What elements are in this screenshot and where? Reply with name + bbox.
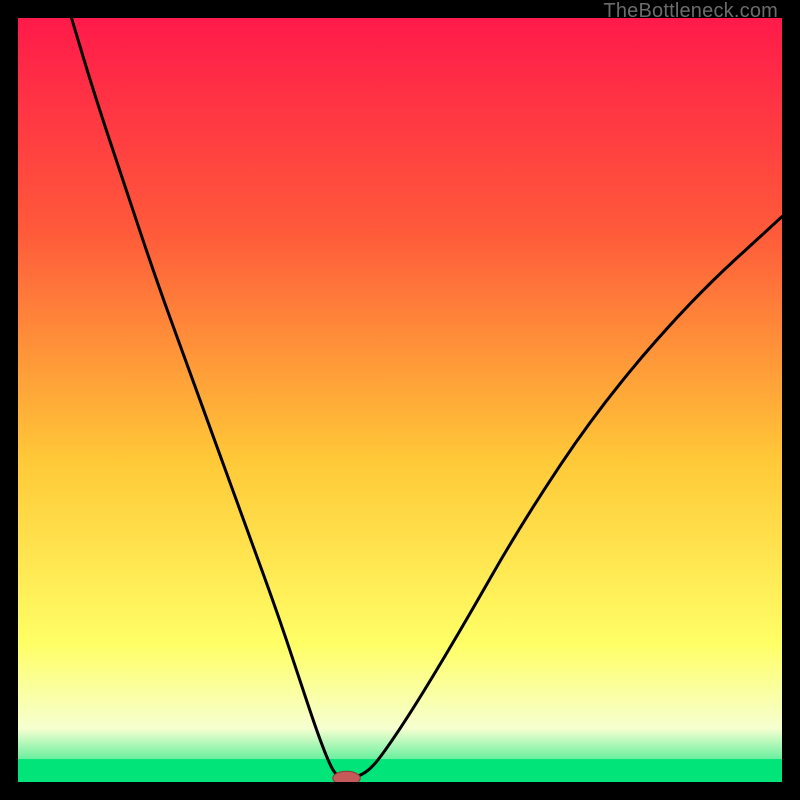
chart-frame: [18, 18, 782, 782]
gradient-background: [18, 18, 782, 782]
green-band: [18, 759, 782, 782]
optimum-marker: [333, 771, 361, 782]
bottleneck-chart: [18, 18, 782, 782]
watermark-text: TheBottleneck.com: [603, 0, 778, 23]
